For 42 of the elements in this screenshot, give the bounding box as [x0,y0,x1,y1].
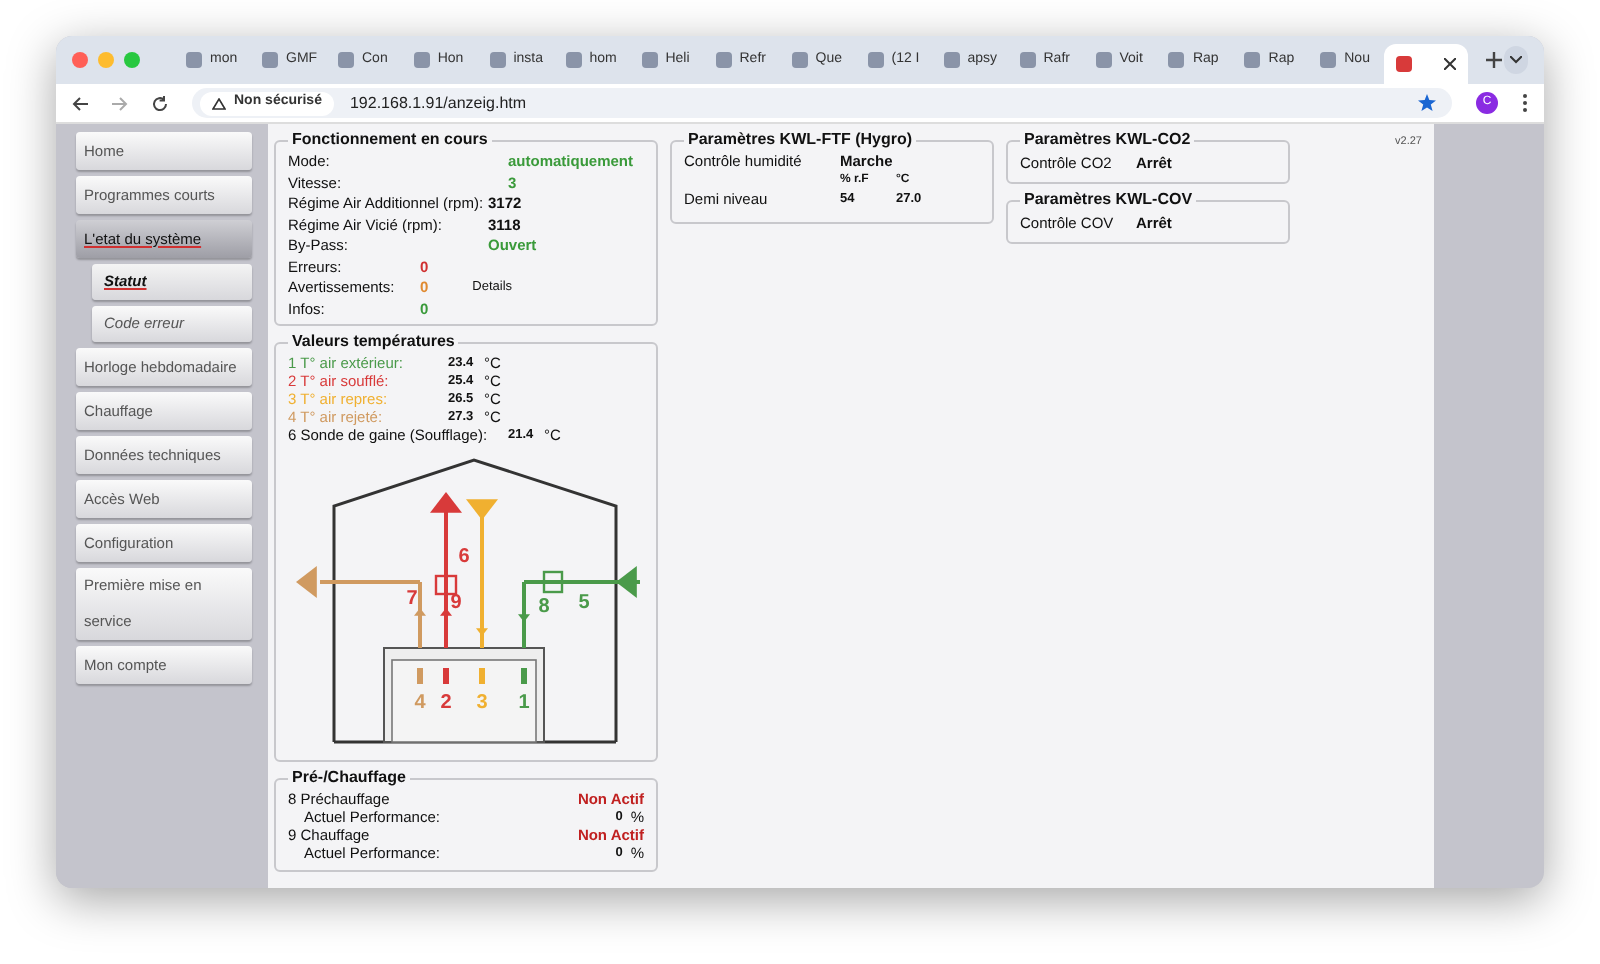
site-icon [1244,52,1261,68]
panel-title: Valeurs températures [290,330,457,354]
site-icon [791,52,808,68]
diagram-label: 6 [458,546,470,568]
close-tab-icon[interactable] [1443,58,1456,70]
site-icon [413,52,430,68]
site-icon [489,52,506,68]
site-icon [1320,52,1337,68]
site-icon [565,52,582,68]
diagram-label: 9 [450,592,462,614]
site-icon [943,52,960,68]
site-icon [867,52,884,68]
site-icon [715,52,732,68]
panel-title: Paramètres KWL-CO2 [1022,128,1193,152]
panel-title: Pré-/Chauffage [290,766,408,790]
diagram-label: 4 [414,692,426,714]
more-menu-icon[interactable] [1522,94,1528,112]
diagram-label: 7 [406,588,418,610]
new-tab-icon[interactable] [1485,52,1502,68]
diagram-label: 2 [440,692,452,714]
site-icon [1095,52,1112,68]
bookmark-star-icon[interactable] [1418,94,1436,112]
tab-list-icon[interactable] [1503,46,1528,74]
site-icon [262,52,278,68]
warning-icon [212,97,226,109]
site-icon [186,52,202,68]
panel-title: Paramètres KWL-COV [1022,188,1195,212]
reload-icon[interactable] [152,95,168,111]
site-icon [1395,56,1412,72]
site-icon [338,52,354,68]
url-text: 192.168.1.91/anzeig.htm [349,91,527,115]
diagram-label: 8 [538,596,550,618]
browser-tab[interactable] [1383,44,1468,84]
back-icon[interactable] [72,95,88,111]
site-icon [1168,52,1185,68]
panel-title: Paramètres KWL-FTF (Hygro) [686,128,915,152]
diagram-label: 5 [578,592,590,614]
diagram-label: 1 [518,692,530,714]
site-icon [1019,52,1036,68]
site-icon [641,52,658,68]
diagram-label: 3 [476,692,488,714]
panel-title: Fonctionnement en cours [290,128,490,152]
